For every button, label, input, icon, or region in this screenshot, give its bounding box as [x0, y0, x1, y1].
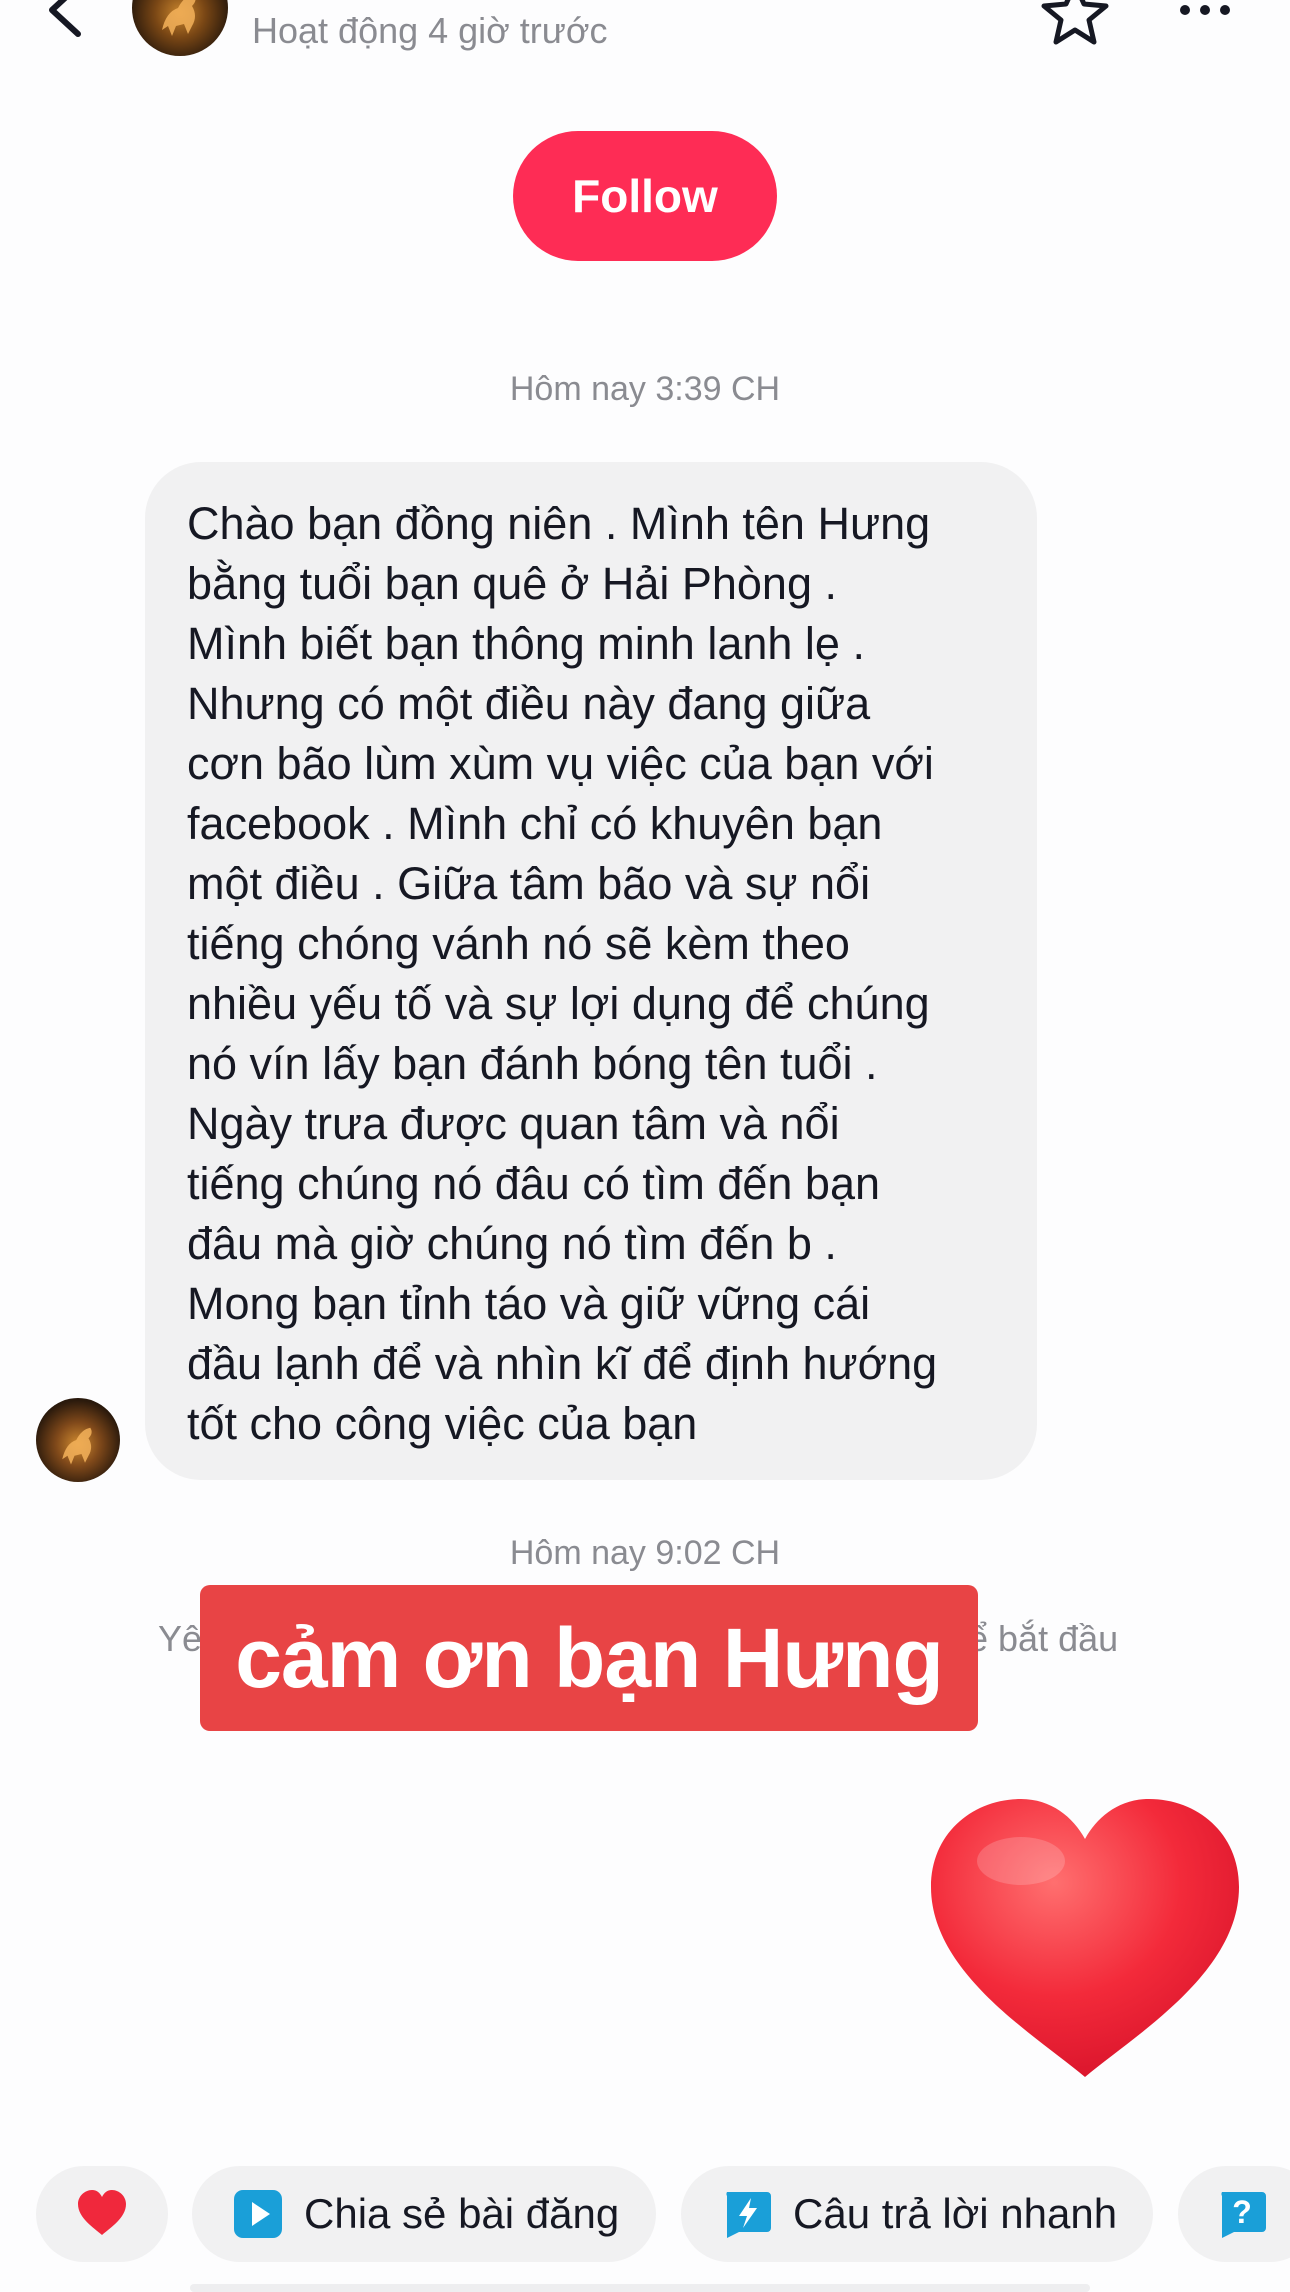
- follow-button[interactable]: Follow: [513, 131, 777, 261]
- more-options-icon[interactable]: [1175, 0, 1235, 20]
- avatar[interactable]: [132, 0, 228, 56]
- horse-avatar-image: [62, 1427, 92, 1465]
- svg-text:?: ?: [1232, 2194, 1252, 2230]
- sender-avatar[interactable]: [36, 1398, 120, 1482]
- share-post-chip[interactable]: Chia sẻ bài đăng: [192, 2166, 656, 2262]
- red-heart-emoji-icon[interactable]: [925, 1795, 1245, 2085]
- lightning-bubble-icon: [726, 2192, 771, 2238]
- system-hint-right: ể bắt đầu: [968, 1618, 1119, 1659]
- horse-avatar-image: [162, 0, 196, 36]
- message-line: đầu lạnh để và nhìn kĩ để định hướng: [187, 1338, 938, 1389]
- message-line: Mong bạn tỉnh táo và giữ vững cái: [187, 1278, 871, 1329]
- quick-heart-chip[interactable]: [36, 2166, 168, 2262]
- message-line: tiếng chóng vánh nó sẽ kèm theo: [187, 918, 850, 969]
- message-line: tốt cho công việc của bạn: [187, 1398, 698, 1449]
- message-timestamp: Hôm nay 3:39 CH: [509, 370, 781, 408]
- video-caption-overlay: cảm ơn bạn Hưng: [200, 1585, 978, 1731]
- message-line: cơn bão lùm xùm vụ việc của bạn với: [187, 738, 934, 789]
- input-bar-edge: [190, 2284, 1090, 2292]
- quick-reply-label: Câu trả lời nhanh: [793, 2190, 1118, 2237]
- message-line: bằng tuổi bạn quê ở Hải Phòng .: [187, 558, 837, 609]
- message-line: Nhưng có một điều này đang giữa: [187, 678, 871, 729]
- message-line: facebook . Mình chỉ có khuyên bạn: [187, 798, 883, 849]
- play-square-icon: [234, 2190, 282, 2238]
- system-hint-left: Yê: [158, 1618, 203, 1659]
- question-bubble-icon: ?: [1221, 2192, 1266, 2238]
- message-line: Mình biết bạn thông minh lanh lẹ .: [187, 618, 865, 669]
- share-post-label: Chia sẻ bài đăng: [304, 2190, 620, 2237]
- message-line: đâu mà giờ chúng nó tìm đến b .: [187, 1218, 837, 1269]
- star-outline-icon[interactable]: [1040, 0, 1110, 46]
- help-chip[interactable]: ?: [1178, 2166, 1290, 2262]
- active-status: Hoạt động 4 giờ trước: [252, 10, 608, 51]
- message-timestamp: Hôm nay 9:02 CH: [509, 1534, 781, 1572]
- message-line: Ngày trưa được quan tâm và nổi: [187, 1098, 840, 1149]
- message-line: nó vín lấy bạn đánh bóng tên tuổi .: [187, 1038, 878, 1089]
- message-line: nhiều yếu tố và sự lợi dụng để chúng: [187, 978, 930, 1029]
- received-message-bubble[interactable]: Chào bạn đồng niên . Mình tên Hưng bằng …: [145, 462, 1037, 1480]
- message-line: một điều . Giữa tâm bão và sự nổi: [187, 858, 871, 909]
- back-chevron-icon[interactable]: [40, 0, 90, 42]
- message-line: Chào bạn đồng niên . Mình tên Hưng: [187, 498, 931, 549]
- message-line: tiếng chúng nó đâu có tìm đến bạn: [187, 1158, 881, 1209]
- quick-reply-chip[interactable]: Câu trả lời nhanh: [681, 2166, 1153, 2262]
- heart-emoji-icon: [78, 2190, 126, 2235]
